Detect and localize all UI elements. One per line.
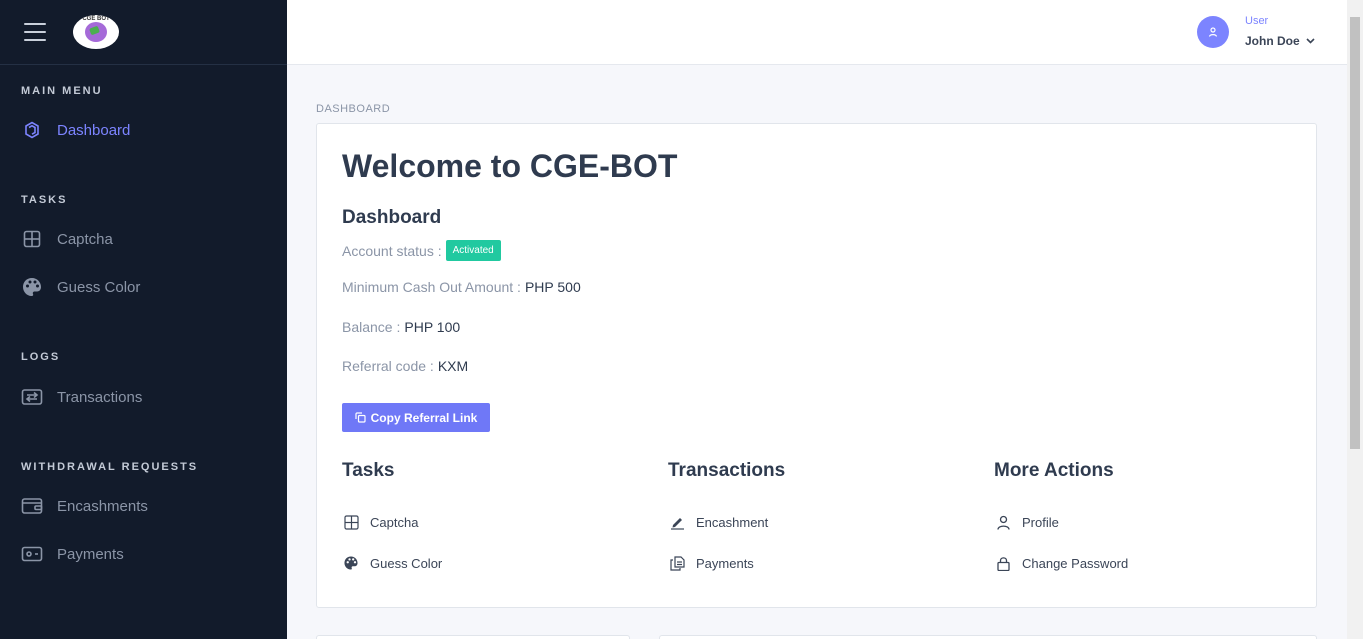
sidebar-item-label: Guess Color [57,278,141,296]
link-guess-color[interactable]: Guess Color [342,553,442,573]
sidebar-item-label: Captcha [57,230,113,248]
balance-value: PHP 100 [404,319,461,335]
top-header: User John Doe [287,0,1347,65]
dashboard-icon [21,119,43,141]
menu-toggle-icon[interactable] [24,23,46,41]
sidebar-item-captcha[interactable]: Captcha [21,226,113,252]
account-status-row: Account status : Activated [342,240,501,261]
scrollbar[interactable] [1347,0,1363,639]
link-label: Encashment [696,514,769,530]
sidebar-item-payments[interactable]: Payments [21,541,124,567]
palette-icon [342,554,360,572]
sidebar-item-dashboard[interactable]: Dashboard [21,117,130,143]
referral-value: KXM [437,358,469,374]
min-cashout-row: Minimum Cash Out Amount : PHP 500 [342,279,581,295]
avatar[interactable] [1197,16,1229,48]
documents-icon [668,554,686,572]
link-label: Change Password [1022,555,1129,571]
link-change-password[interactable]: Change Password [994,553,1128,573]
sidebar: CGE BOT MAIN MENU Dashboard TASKS Captch… [0,0,287,639]
cash-icon [21,543,43,565]
copy-referral-link-label: Copy Referral Link [370,410,478,425]
link-captcha[interactable]: Captcha [342,512,418,532]
link-label: Guess Color [370,555,443,571]
grid-icon [342,513,360,531]
account-status-label: Account status : [342,242,442,259]
copy-referral-link-button[interactable]: Copy Referral Link [342,403,490,432]
dashboard-card: Welcome to CGE-BOT Dashboard Account sta… [316,123,1317,608]
logo[interactable]: CGE BOT [73,15,119,49]
transactions-column-title: Transactions [668,460,786,481]
link-label: Payments [696,555,754,571]
min-cashout-label: Minimum Cash Out Amount : [342,279,521,295]
bottom-card-right [659,635,1317,639]
section-title-withdrawal-requests: WITHDRAWAL REQUESTS [21,461,199,473]
sidebar-item-transactions[interactable]: Transactions [21,384,142,410]
grid-icon [21,228,43,250]
user-avatar-icon [1208,27,1218,37]
breadcrumb: DASHBOARD [316,103,391,115]
balance-row: Balance : PHP 100 [342,319,460,335]
sidebar-header: CGE BOT [0,0,287,65]
wallet-icon [21,495,43,517]
balance-label: Balance : [342,319,401,335]
lock-icon [994,554,1012,572]
link-payments[interactable]: Payments [668,553,754,573]
referral-row: Referral code : KXM [342,358,468,374]
sidebar-item-label: Encashments [57,497,148,515]
status-badge: Activated [445,240,501,261]
tasks-column-title: Tasks [342,460,395,481]
user-name: John Doe [1245,34,1300,48]
copy-icon [355,412,366,423]
user-menu[interactable]: John Doe [1245,34,1315,48]
sidebar-item-guess-color[interactable]: Guess Color [21,274,140,300]
section-title-main-menu: MAIN MENU [21,85,103,97]
more-actions-column-title: More Actions [994,460,1114,481]
section-title-logs: LOGS [21,351,61,363]
exchange-icon [21,386,43,408]
link-profile[interactable]: Profile [994,512,1059,532]
min-cashout-value: PHP 500 [524,279,581,295]
user-icon [994,513,1012,531]
page-title: Welcome to CGE-BOT [342,148,678,184]
palette-icon [21,276,43,298]
link-label: Profile [1022,514,1059,530]
referral-label: Referral code : [342,358,434,374]
edit-icon [668,513,686,531]
bottom-card-left [316,635,630,639]
user-role: User [1245,15,1269,27]
section-title-tasks: TASKS [21,194,68,206]
sidebar-item-label: Dashboard [57,121,131,139]
link-label: Captcha [370,514,419,530]
sidebar-item-label: Payments [57,545,124,563]
scrollbar-thumb[interactable] [1350,17,1360,449]
link-encashment[interactable]: Encashment [668,512,768,532]
section-title-dashboard: Dashboard [342,207,442,228]
sidebar-item-label: Transactions [57,388,143,406]
sidebar-item-encashments[interactable]: Encashments [21,493,148,519]
chevron-down-icon [1306,38,1315,44]
